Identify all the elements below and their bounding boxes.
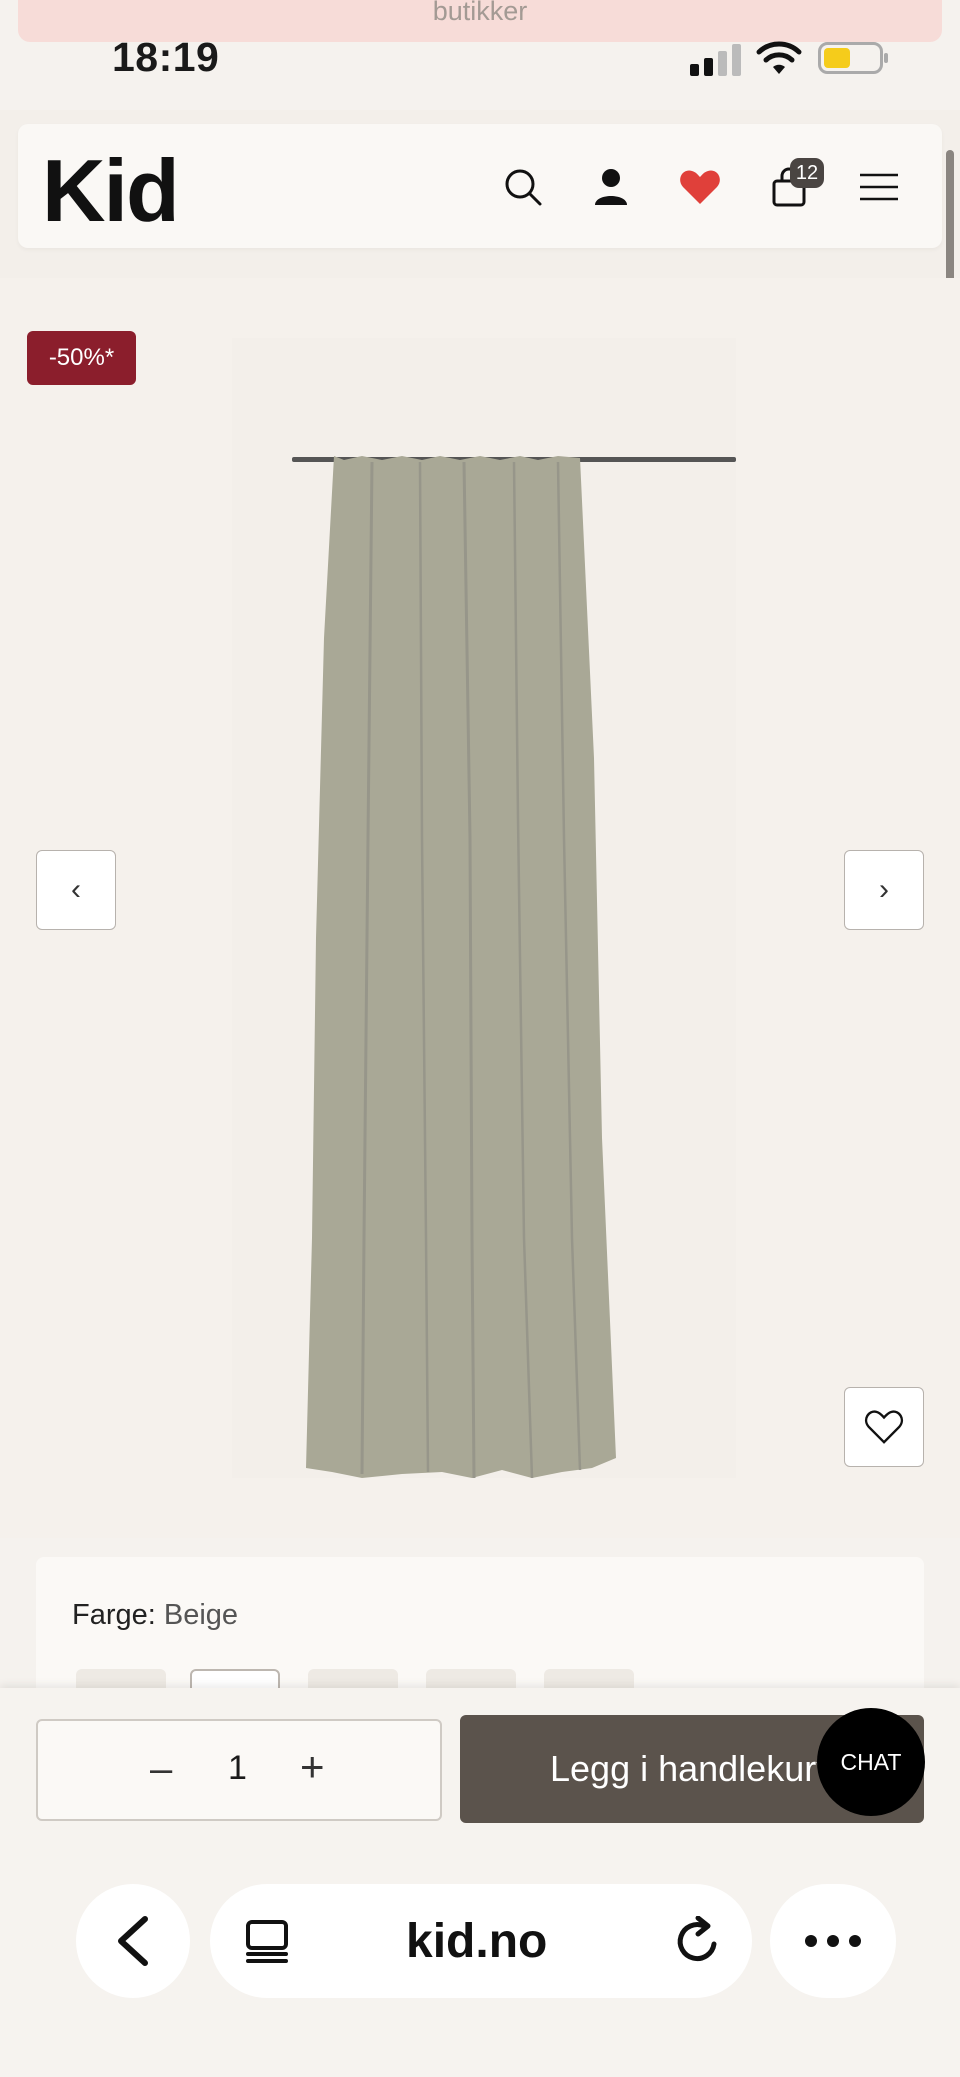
browser-toolbar: kid.no bbox=[0, 1854, 960, 2077]
chat-button[interactable]: CHAT bbox=[817, 1708, 925, 1816]
next-image-button[interactable]: › bbox=[844, 850, 924, 930]
color-label: Farge: bbox=[72, 1599, 156, 1631]
product-gallery: ‹ › bbox=[0, 278, 960, 1538]
chevron-left-icon bbox=[118, 1916, 148, 1966]
quantity-stepper: – 1 + bbox=[36, 1719, 442, 1821]
cart-icon[interactable]: 12 bbox=[764, 158, 824, 212]
menu-hamburger-icon[interactable] bbox=[854, 162, 904, 212]
decrease-quantity-button[interactable]: – bbox=[150, 1747, 172, 1792]
site-header: Kid 12 bbox=[18, 124, 942, 248]
increase-quantity-button[interactable]: + bbox=[300, 1743, 325, 1791]
address-bar[interactable]: kid.no bbox=[210, 1884, 752, 1998]
more-dots-icon bbox=[805, 1935, 861, 1947]
search-icon[interactable] bbox=[498, 162, 548, 212]
url-text: kid.no bbox=[406, 1915, 548, 1968]
add-to-wishlist-button[interactable] bbox=[844, 1387, 924, 1467]
battery-icon bbox=[818, 42, 888, 74]
favorites-heart-icon[interactable] bbox=[675, 162, 725, 212]
browser-more-button[interactable] bbox=[770, 1884, 896, 1998]
browser-back-button[interactable] bbox=[76, 1884, 190, 1998]
status-time: 18:19 bbox=[112, 34, 220, 80]
reload-icon[interactable] bbox=[674, 1916, 722, 1966]
tabs-icon bbox=[246, 1920, 288, 1963]
heart-outline-icon bbox=[864, 1410, 904, 1444]
color-value: Beige bbox=[163, 1599, 239, 1631]
product-image[interactable] bbox=[232, 338, 736, 1479]
promo-banner-text: butikker bbox=[432, 0, 528, 26]
previous-image-button[interactable]: ‹ bbox=[36, 850, 116, 930]
color-label-row: Farge: Beige bbox=[72, 1599, 238, 1632]
kid-logo[interactable]: Kid bbox=[42, 140, 180, 242]
discount-badge: -50%* bbox=[27, 331, 136, 385]
status-bar: 18:19 bbox=[0, 30, 960, 110]
account-icon[interactable] bbox=[586, 162, 636, 212]
quantity-value[interactable]: 1 bbox=[228, 1749, 247, 1788]
chevron-left-icon: ‹ bbox=[71, 873, 81, 906]
curtain-image bbox=[292, 456, 736, 1479]
wifi-icon bbox=[756, 41, 802, 74]
chevron-right-icon: › bbox=[879, 873, 889, 906]
cart-count-badge: 12 bbox=[790, 158, 824, 188]
cellular-signal-icon bbox=[690, 44, 741, 76]
